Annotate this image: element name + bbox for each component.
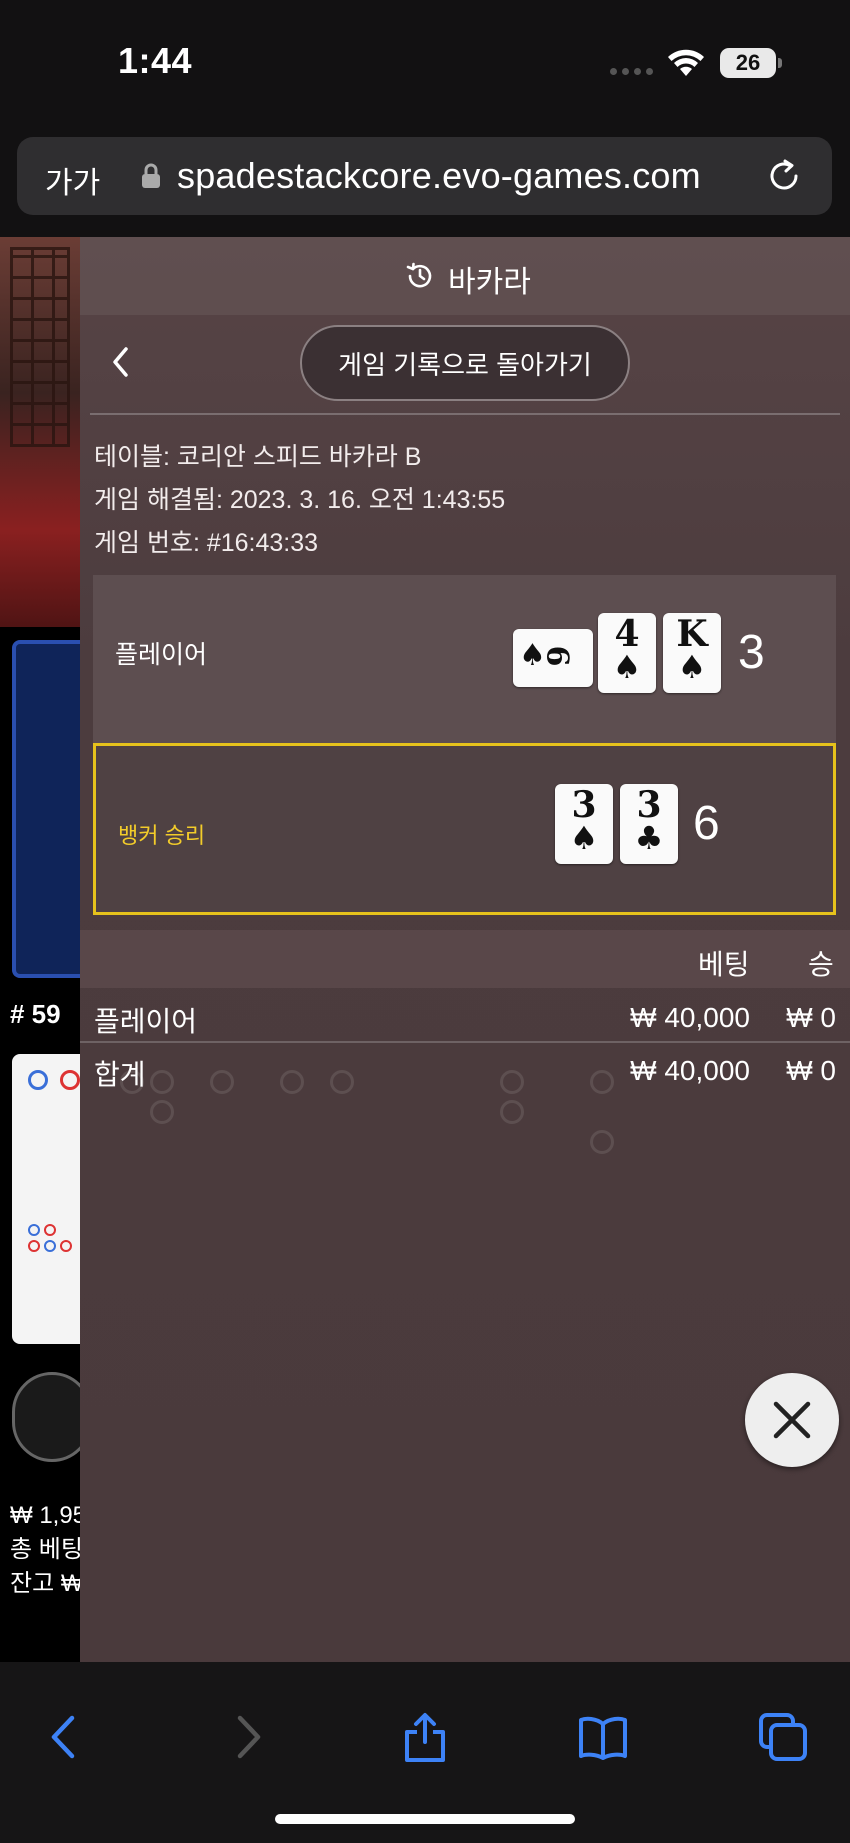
battery-icon: 26 [720,48,782,78]
battery-level: 26 [720,48,776,78]
total-bet-line: 총 베팅금 ₩ 0 [10,1536,80,1563]
background-game-view: # 59 ₩ 1,950,000 violet100200 총 베팅금 ₩ 0 … [0,237,80,1662]
history-icon [406,262,432,288]
share-icon[interactable] [400,1712,450,1762]
game-history-panel: 바카라 게임 기록으로 돌아가기 테이블: 코리안 스피드 바카라 B 게임 해… [80,237,850,1662]
player-hand-row: 플레이어 ♠6 4 ♠ K ♠ 3 [93,575,836,743]
win-column-header: 승 [808,949,834,980]
card-suit: ♠ [612,648,642,686]
card-suit: ♠ [569,819,599,857]
panel-title: 바카라 [448,266,531,299]
player-card-1: 4 ♠ [598,613,656,693]
chip-selector [12,1372,80,1462]
banker-card-1: 3 ♠ [555,784,613,864]
table-row: 플레이어 ₩ 40,000 ₩ 0 [80,994,850,1044]
return-to-history-button[interactable]: 게임 기록으로 돌아가기 [300,325,630,401]
total-win-amount: ₩ 0 [786,1055,836,1086]
card-suit: ♠ [677,648,707,686]
status-bar: 1:44 26 [0,0,850,130]
divider [80,1041,850,1043]
lock-icon [142,163,160,188]
card-rank: 3 [636,784,662,826]
card-suit: ♣ [634,819,664,857]
bet-amount: ₩ 40,000 [630,1002,750,1033]
player-card-3: ♠6 [513,629,593,687]
total-label: 합계 [94,1059,146,1090]
url-text[interactable]: spadestackcore.evo-games.com [177,155,701,197]
total-bet-amount: ₩ 40,000 [630,1055,750,1086]
home-indicator [275,1814,575,1824]
bet-column-header: 베팅 [698,949,750,980]
banker-hand-row: 뱅커 승리 3 ♠ 3 ♣ 6 [93,743,836,915]
banker-score: 6 [693,797,720,850]
tabs-icon[interactable] [758,1712,808,1762]
balance-info: ₩ 1,950,000 violet100200 총 베팅금 ₩ 0 잔고 ₩ … [10,1499,80,1601]
balance-line: ₩ 1,950,000 violet100200 [10,1502,80,1529]
dealer-scene [0,237,80,627]
panel-header: 바카라 [80,237,850,315]
status-time: 1:44 [118,40,193,81]
banker-card-2: 3 ♣ [620,784,678,864]
bookmarks-icon[interactable] [578,1712,628,1762]
cash-line: 잔고 ₩ 0 [10,1570,80,1597]
round-number: # 59 [10,999,61,1029]
player-card-2: K ♠ [663,613,721,693]
back-chevron-icon[interactable] [110,345,132,379]
bet-type: 플레이어 [94,1006,198,1037]
game-number: 게임 번호: #16:43:33 [94,529,319,557]
total-row: 합계 ₩ 40,000 ₩ 0 [80,1047,850,1097]
cellular-signal-icon [610,68,653,75]
resolved-time: 게임 해결됨: 2023. 3. 16. 오전 1:43:55 [94,486,506,514]
forward-icon[interactable] [222,1712,272,1762]
table-name: 테이블: 코리안 스피드 바카라 B [94,443,422,471]
divider [90,413,840,415]
close-icon [773,1401,811,1439]
card-rank: K [676,613,708,655]
card-rank: 6 [539,645,575,667]
banker-win-label: 뱅커 승리 [118,823,206,848]
back-icon[interactable] [40,1712,90,1762]
address-bar[interactable]: 가가 spadestackcore.evo-games.com [17,137,832,215]
player-bet-spot [12,640,80,978]
player-label: 플레이어 [115,641,208,669]
card-rank: 4 [614,613,640,655]
card-rank: 3 [571,784,597,826]
player-score: 3 [738,626,765,679]
reload-icon[interactable] [765,157,803,195]
bead-road [12,1054,80,1344]
win-amount: ₩ 0 [786,1002,836,1033]
bets-table-header: 베팅 승 [80,930,850,988]
wifi-icon [668,49,704,76]
reader-settings-button[interactable]: 가가 [45,158,100,202]
close-button[interactable] [745,1373,839,1467]
